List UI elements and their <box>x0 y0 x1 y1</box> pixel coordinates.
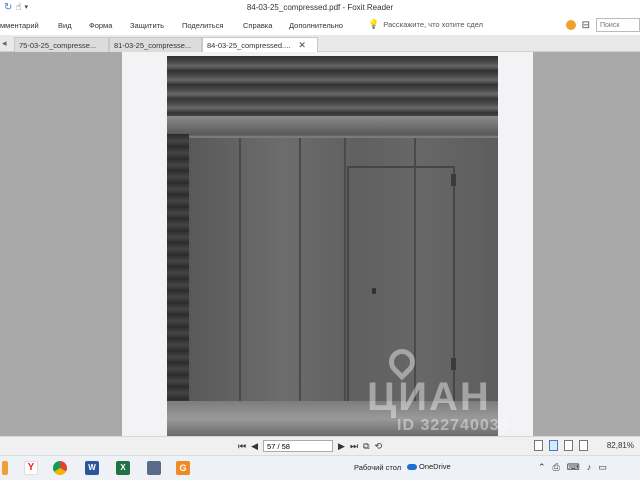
doc-tab-label: 84-03-25_compressed.... <box>207 40 291 50</box>
document-tab-bar: ◂ 75-03-25_compresse... 81-03-25_compres… <box>0 35 640 52</box>
feedback-icon[interactable] <box>565 20 576 30</box>
doc-tab-81[interactable]: 81-03-25_compresse... <box>109 37 202 52</box>
tab-comments[interactable]: мментарий <box>0 21 39 30</box>
gate-seam <box>299 138 301 408</box>
gate-seam <box>239 138 241 408</box>
app-icon[interactable] <box>2 461 8 475</box>
cian-watermark: ЦИАН ID 322740035 <box>367 343 547 436</box>
gate-seam <box>344 138 346 408</box>
next-page-icon[interactable]: ▶ <box>338 441 345 452</box>
tab-protect[interactable]: Защитить <box>130 21 164 30</box>
page-navigation: ⏮ ◀ ▶ ⏭ ⧉ ⟲ <box>238 440 382 452</box>
first-page-icon[interactable]: ⏮ <box>238 441 246 452</box>
left-brick-column <box>167 134 189 436</box>
volume-icon[interactable]: ♪ <box>587 462 592 473</box>
doc-tab-label: 75-03-25_compresse... <box>19 40 97 50</box>
onedrive-tray[interactable]: OneDrive <box>407 462 451 471</box>
pdf-page: ЦИАН ID 322740035 <box>122 52 533 436</box>
window-title: 84-03-25_compressed.pdf - Foxit Reader <box>246 3 394 12</box>
view-mode-icons <box>534 440 588 451</box>
page-number-input[interactable] <box>263 440 334 452</box>
last-page-icon[interactable]: ⏭ <box>350 441 358 452</box>
onedrive-label: OneDrive <box>419 462 451 471</box>
show-hidden-icons-icon[interactable]: ⌃ <box>538 462 546 473</box>
continuous-page-icon[interactable] <box>549 440 558 451</box>
window-toggle-icon[interactable]: ⊟ <box>582 20 590 31</box>
desktop-toolbar-label[interactable]: Рабочий стол <box>354 463 401 472</box>
calculator-icon[interactable] <box>147 461 161 475</box>
tab-extra[interactable]: Дополнительно <box>289 21 343 30</box>
rotate-view-icon[interactable]: ⟲ <box>375 441 383 452</box>
ribbon-tabs: мментарий Вид Форма Защитить Поделиться … <box>0 16 640 35</box>
excel-icon[interactable]: X <box>116 461 130 475</box>
title-bar: ↻ ☝ ▾ 84-03-25_compressed.pdf - Foxit Re… <box>0 0 640 16</box>
tab-share[interactable]: Поделиться <box>182 21 223 30</box>
document-view[interactable]: ЦИАН ID 322740035 <box>0 52 640 436</box>
search-input[interactable] <box>596 18 640 32</box>
printer-icon[interactable]: ⎙ <box>553 462 560 473</box>
notification-icon[interactable]: ▭ <box>598 462 607 473</box>
ribbon-right-tools: ⊟ <box>565 18 640 32</box>
single-page-icon[interactable] <box>534 440 543 451</box>
tell-me-text: Расскажите, что хотите сдел <box>383 20 483 29</box>
doc-tab-75[interactable]: 75-03-25_compresse... <box>14 37 109 52</box>
prev-page-icon[interactable]: ◀ <box>251 441 258 452</box>
tell-me-box[interactable]: 💡 Расскажите, что хотите сдел <box>368 19 483 30</box>
system-tray: ⌃ ⎙ ⌨ ♪ ▭ <box>538 462 607 473</box>
continuous-facing-icon[interactable] <box>579 440 588 451</box>
status-bar: ⏮ ◀ ▶ ⏭ ⧉ ⟲ 82,81% <box>0 436 640 455</box>
tab-help[interactable]: Справка <box>243 21 272 30</box>
lintel-beam <box>167 116 498 134</box>
tab-scroll-left-icon[interactable]: ◂ <box>2 38 7 49</box>
doc-tab-84[interactable]: 84-03-25_compressed.... ✕ <box>202 37 318 52</box>
door-handle <box>372 288 376 294</box>
close-tab-icon[interactable]: ✕ <box>298 40 306 51</box>
word-icon[interactable]: W <box>85 461 99 475</box>
facing-page-icon[interactable] <box>564 440 573 451</box>
watermark-id: ID 322740035 <box>397 417 510 434</box>
tab-view[interactable]: Вид <box>58 21 72 30</box>
onedrive-cloud-icon <box>407 463 417 470</box>
zoom-level[interactable]: 82,81% <box>607 441 634 450</box>
windows-taskbar: Y W X G Рабочий стол OneDrive ⌃ ⎙ ⌨ ♪ ▭ <box>0 455 640 480</box>
chrome-icon[interactable] <box>53 461 67 475</box>
network-icon[interactable]: ⌨ <box>567 462 580 473</box>
watermark-brand: ЦИАН <box>367 375 491 419</box>
copy-page-icon[interactable]: ⧉ <box>363 441 369 452</box>
lightbulb-icon: 💡 <box>368 19 380 29</box>
yandex-browser-icon[interactable]: Y <box>24 461 38 475</box>
doc-tab-label: 81-03-25_compresse... <box>114 40 192 50</box>
foxit-reader-icon[interactable]: G <box>176 461 190 475</box>
tab-form[interactable]: Форма <box>89 21 112 30</box>
brick-wall <box>167 56 498 148</box>
door-hinge <box>451 174 456 186</box>
